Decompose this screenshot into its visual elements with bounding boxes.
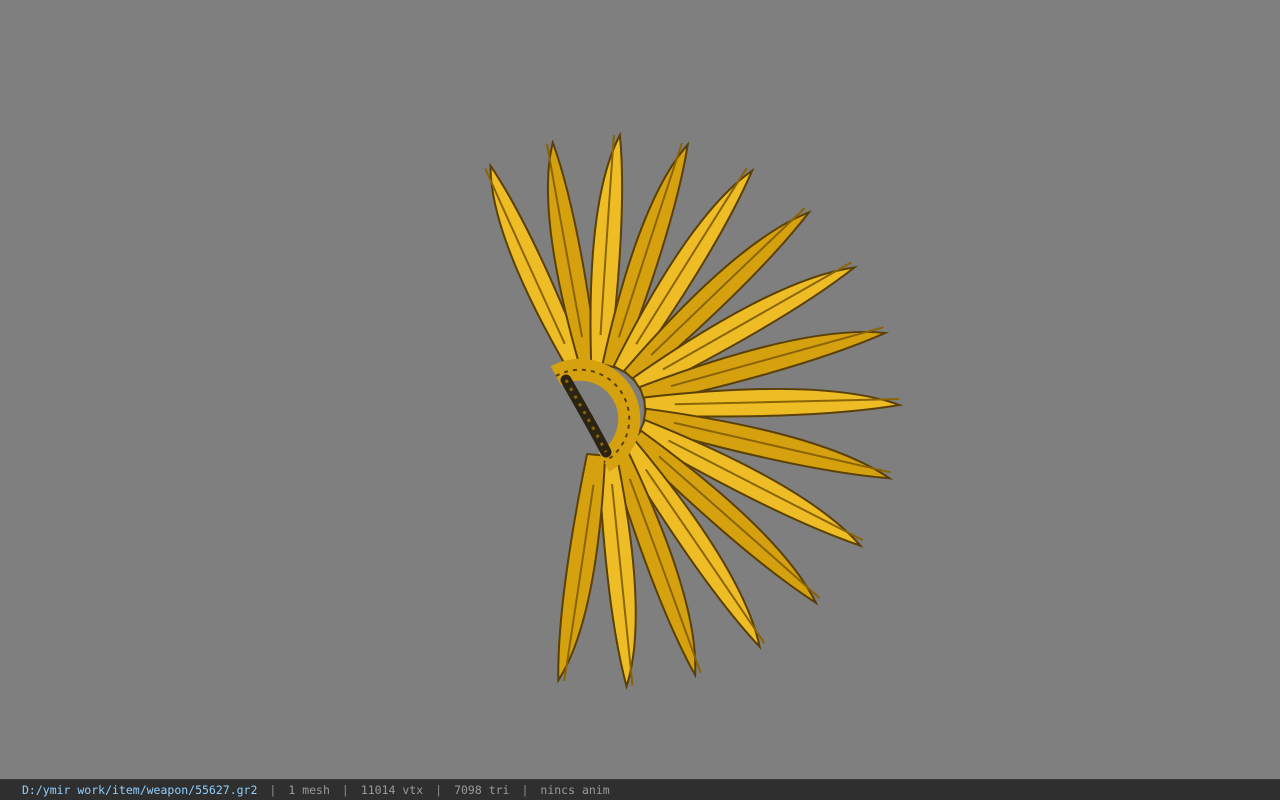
separator: | (521, 783, 529, 797)
mesh-count: 1 mesh (288, 783, 330, 797)
separator: | (435, 783, 443, 797)
status-bar: D:/ymir work/item/weapon/55627.gr2 | 1 m… (0, 779, 1280, 800)
separator: | (269, 783, 277, 797)
fan-handle (560, 374, 612, 458)
fan-weapon-model (484, 131, 904, 690)
triangle-count: 7098 tri (454, 783, 510, 797)
3d-viewport[interactable] (0, 0, 1280, 779)
animation-status: nincs anim (540, 783, 610, 797)
file-path: D:/ymir work/item/weapon/55627.gr2 (22, 783, 258, 797)
vertex-count: 11014 vtx (360, 783, 424, 797)
separator: | (341, 783, 349, 797)
